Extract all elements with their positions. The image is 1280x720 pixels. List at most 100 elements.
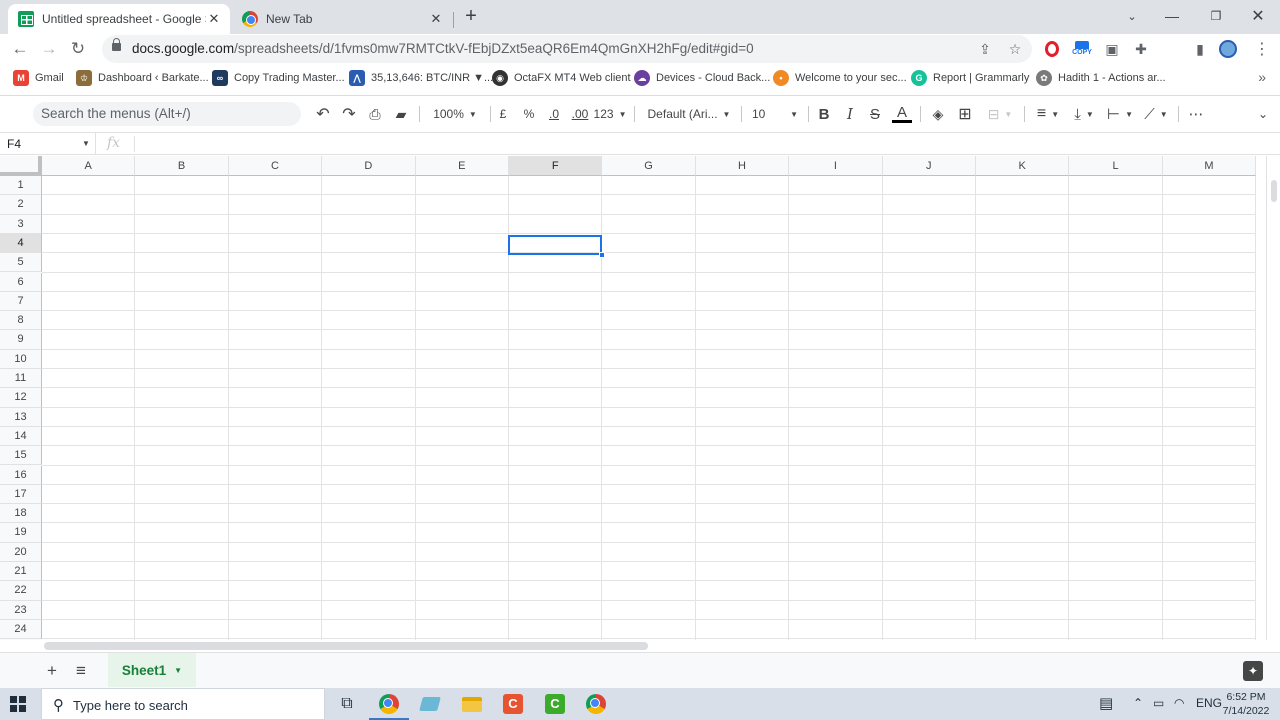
italic-button[interactable]: I bbox=[841, 103, 859, 125]
name-box[interactable]: F4 ▼ bbox=[0, 133, 96, 155]
bookmarks-overflow-icon[interactable]: » bbox=[1258, 69, 1266, 85]
address-bar[interactable]: docs.google.com/spreadsheets/d/1fvms0mw7… bbox=[102, 35, 1032, 63]
column-header[interactable]: G bbox=[602, 156, 696, 176]
file-explorer-icon[interactable] bbox=[460, 692, 484, 716]
close-window-button[interactable]: ✕ bbox=[1238, 2, 1278, 30]
add-sheet-button[interactable]: + bbox=[41, 661, 63, 681]
text-wrapping-icon[interactable]: ⊢ ▼ bbox=[1104, 103, 1136, 125]
column-header[interactable]: A bbox=[42, 156, 136, 176]
print-icon[interactable]: ⎙ bbox=[365, 103, 385, 125]
cell-area[interactable] bbox=[42, 176, 1257, 640]
vertical-scrollbar[interactable] bbox=[1266, 156, 1280, 640]
column-header[interactable]: J bbox=[882, 156, 976, 176]
app-green-icon[interactable]: C bbox=[543, 692, 567, 716]
spreadsheet-grid[interactable]: ABCDEFGHIJKLM 1 2 3 4 5 6 7 8 9 10 11 12 13 14 15 16 17 1… bbox=[0, 156, 1280, 640]
opera-extension-icon[interactable] bbox=[1042, 39, 1062, 59]
percent-format-button[interactable]: % bbox=[520, 103, 538, 125]
row-header[interactable]: 21 bbox=[0, 562, 42, 582]
task-view-icon[interactable]: ⧉ bbox=[335, 692, 359, 716]
bookmark-octafx[interactable]: ◉ OctaFX MT4 Web client bbox=[492, 70, 631, 86]
url-text[interactable]: docs.google.com/spreadsheets/d/1fvms0mw7… bbox=[132, 41, 754, 56]
menu-search-input[interactable]: Search the menus (Alt+/) bbox=[33, 102, 301, 126]
font-family-select[interactable]: Default (Ari... ▼ bbox=[644, 103, 734, 125]
new-tab-button[interactable]: + bbox=[460, 6, 482, 28]
increase-decimal-button[interactable]: .00 bbox=[569, 103, 591, 125]
system-clock[interactable]: 6:52 PM 7/14/2022 bbox=[1216, 690, 1276, 718]
row-header[interactable]: 19 bbox=[0, 523, 42, 543]
wifi-icon[interactable]: ◠ bbox=[1174, 696, 1184, 710]
row-header[interactable]: 17 bbox=[0, 484, 42, 505]
battery-icon[interactable]: ▭ bbox=[1153, 696, 1164, 710]
row-header[interactable]: 20 bbox=[0, 542, 42, 562]
row-header[interactable]: 5 bbox=[0, 253, 42, 273]
chrome-profile-taskbar-icon[interactable] bbox=[584, 692, 608, 716]
row-header[interactable]: 3 bbox=[0, 214, 42, 234]
tab-search-chevron-icon[interactable]: ⌄ bbox=[1112, 2, 1152, 30]
scroll-thumb[interactable] bbox=[44, 642, 648, 650]
bookmark-dashboard[interactable]: ♔ Dashboard ‹ Barkate... bbox=[76, 70, 209, 86]
bookmark-star-icon[interactable]: ☆ bbox=[1006, 40, 1024, 58]
row-header[interactable]: 1 bbox=[0, 176, 42, 196]
row-header[interactable]: 24 bbox=[0, 619, 42, 640]
currency-format-button[interactable]: £ bbox=[494, 103, 512, 125]
scroll-thumb[interactable] bbox=[1271, 180, 1277, 202]
taskbar-search-input[interactable]: ⚲ Type here to search bbox=[41, 688, 325, 720]
paint-format-icon[interactable]: ▰ bbox=[391, 103, 411, 125]
row-header[interactable]: 2 bbox=[0, 195, 42, 215]
column-header[interactable]: I bbox=[789, 156, 883, 176]
tab-new-tab[interactable]: New Tab ✕ bbox=[232, 4, 452, 34]
windows-start-icon[interactable] bbox=[10, 696, 26, 712]
column-header[interactable]: L bbox=[1069, 156, 1163, 176]
tab-sheets[interactable]: Untitled spreadsheet - Google Shee ✕ bbox=[8, 4, 230, 34]
bookmark-copy-trading[interactable]: ∞ Copy Trading Master... bbox=[212, 70, 345, 86]
bookmark-btc-inr[interactable]: ⋀ 35,13,646: BTC/INR ▼... bbox=[349, 70, 493, 86]
app-red-icon[interactable]: C bbox=[501, 692, 525, 716]
fill-handle[interactable] bbox=[599, 252, 605, 258]
news-widget-icon[interactable]: ▤ bbox=[1099, 694, 1113, 712]
select-all-corner[interactable] bbox=[0, 156, 42, 176]
zoom-select[interactable]: 100% ▼ bbox=[426, 103, 484, 125]
undo-icon[interactable]: ↶ bbox=[313, 103, 333, 125]
row-header[interactable]: 16 bbox=[0, 465, 42, 485]
row-header[interactable]: 13 bbox=[0, 407, 42, 427]
column-header[interactable]: F bbox=[509, 156, 603, 176]
hide-menus-chevron-icon[interactable]: ⌄ bbox=[1254, 103, 1272, 125]
sheet-tab-sheet1[interactable]: Sheet1 ▼ bbox=[108, 653, 196, 687]
row-header[interactable]: 6 bbox=[0, 272, 42, 292]
more-options-icon[interactable]: ⋯ bbox=[1186, 103, 1206, 125]
bookmark-welcome[interactable]: • Welcome to your sec... bbox=[773, 70, 907, 86]
row-header[interactable]: 15 bbox=[0, 446, 42, 466]
column-header[interactable]: B bbox=[135, 156, 229, 176]
row-header[interactable]: 23 bbox=[0, 600, 42, 620]
row-header[interactable]: 22 bbox=[0, 581, 42, 601]
text-rotation-icon[interactable]: ⟋ ▼ bbox=[1140, 103, 1172, 125]
strikethrough-button[interactable]: S bbox=[866, 103, 884, 125]
side-panel-icon[interactable]: ▮ bbox=[1190, 39, 1210, 59]
chrome-taskbar-icon[interactable] bbox=[377, 692, 401, 716]
column-header[interactable]: D bbox=[322, 156, 416, 176]
column-header[interactable]: E bbox=[415, 156, 509, 176]
show-hidden-icons-chevron-icon[interactable]: ⌃ bbox=[1133, 696, 1143, 710]
column-header[interactable]: M bbox=[1162, 156, 1257, 176]
column-header[interactable]: C bbox=[228, 156, 323, 176]
row-header[interactable]: 10 bbox=[0, 349, 42, 369]
app-shortcut-icon[interactable] bbox=[418, 692, 442, 716]
column-header[interactable]: H bbox=[695, 156, 790, 176]
bookmark-gmail[interactable]: M Gmail bbox=[13, 70, 64, 86]
restore-button[interactable]: ❐ bbox=[1196, 2, 1236, 30]
reload-button[interactable]: ↻ bbox=[66, 37, 90, 61]
column-header[interactable]: K bbox=[976, 156, 1070, 176]
row-header[interactable]: 14 bbox=[0, 426, 42, 447]
close-tab-icon[interactable]: ✕ bbox=[206, 11, 222, 27]
more-formats-select[interactable]: 123 ▼ bbox=[594, 103, 627, 125]
vertical-align-icon[interactable]: ⤓ ▼ bbox=[1068, 103, 1100, 125]
image-extension-icon[interactable]: ▣ bbox=[1102, 39, 1122, 59]
profile-avatar[interactable] bbox=[1218, 39, 1238, 59]
redo-icon[interactable]: ↷ bbox=[339, 103, 359, 125]
row-header[interactable]: 4 bbox=[0, 233, 42, 254]
text-color-button[interactable]: A bbox=[891, 103, 913, 125]
extensions-puzzle-icon[interactable]: ✚ bbox=[1131, 39, 1151, 59]
share-icon[interactable]: ⇪ bbox=[976, 40, 994, 58]
horizontal-scrollbar[interactable] bbox=[0, 640, 1280, 652]
back-button[interactable]: ← bbox=[8, 37, 32, 61]
